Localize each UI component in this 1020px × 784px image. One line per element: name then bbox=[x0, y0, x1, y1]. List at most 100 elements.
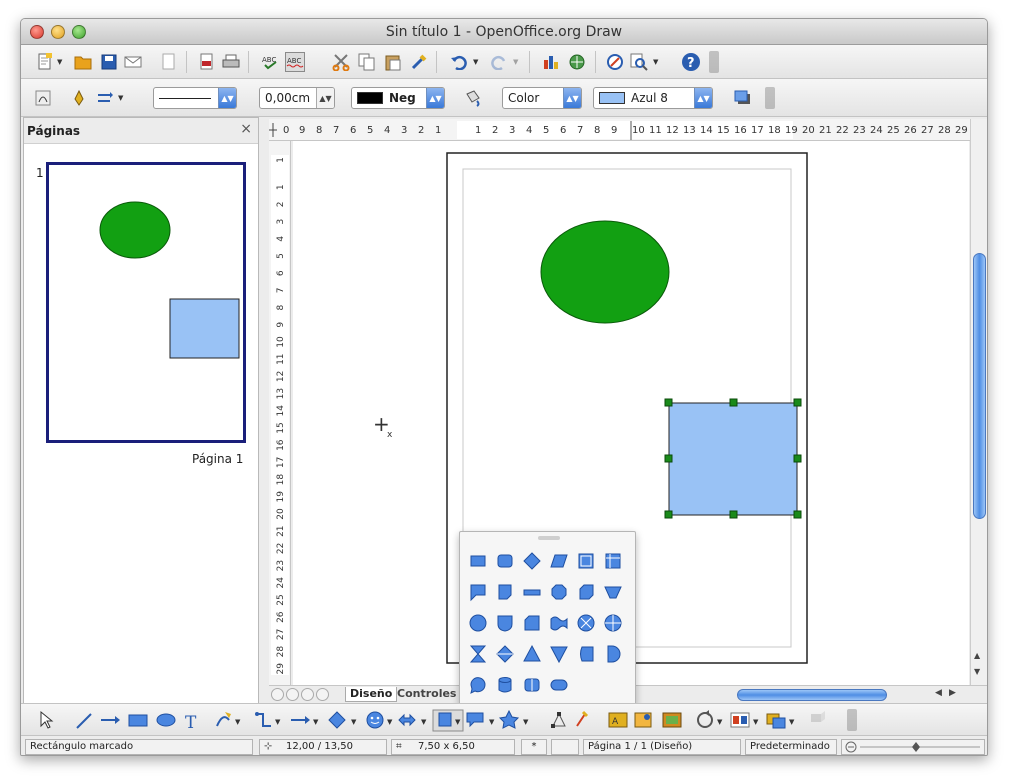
prev-tab-button[interactable] bbox=[286, 688, 299, 701]
arrow-style-dropdown[interactable]: ▼ bbox=[118, 94, 123, 102]
shadow-icon[interactable] bbox=[733, 88, 753, 108]
scroll-down-icon[interactable]: ▼ bbox=[974, 667, 980, 676]
line-color-select[interactable]: Neg ▲▼ bbox=[351, 87, 445, 109]
horizontal-ruler[interactable]: 0 9 8 7 6 5 4 3 2 1 1 2 3 4 5 6 7 8 9 10… bbox=[269, 119, 971, 141]
minus-icon[interactable] bbox=[521, 581, 543, 603]
triangle-down-icon[interactable] bbox=[548, 643, 570, 665]
size-icon: ⌗ bbox=[396, 741, 402, 752]
blue-rectangle-shape[interactable] bbox=[668, 402, 798, 516]
fontwork-icon: A bbox=[608, 712, 628, 728]
can-icon[interactable] bbox=[575, 643, 597, 665]
tab-controles[interactable]: Controles bbox=[393, 687, 460, 702]
octagon-icon[interactable] bbox=[548, 581, 570, 603]
close-icon[interactable]: × bbox=[240, 121, 252, 137]
zoom-icon[interactable] bbox=[629, 52, 649, 72]
folded-corner-icon[interactable] bbox=[494, 581, 516, 603]
diamond-icon[interactable] bbox=[521, 550, 543, 572]
vertical-scrollbar[interactable]: ▲ ▼ bbox=[970, 119, 987, 687]
diamond-split-icon[interactable] bbox=[494, 643, 516, 665]
clone-format-icon[interactable] bbox=[409, 52, 429, 72]
save-icon[interactable] bbox=[99, 52, 119, 72]
copy-icon[interactable] bbox=[357, 52, 377, 72]
cut-icon[interactable] bbox=[331, 52, 351, 72]
ruler-label: 16 bbox=[734, 125, 747, 136]
ruler-label: 1 bbox=[276, 157, 286, 163]
area-style-select[interactable]: Color ▲▼ bbox=[502, 87, 582, 109]
undo-dropdown-arrow[interactable]: ▼ bbox=[473, 58, 478, 66]
vertical-ruler[interactable]: 1 1 2 3 4 5 6 7 8 9 10 11 12 13 14 15 16 17 18 19 20 21 22 23 24… bbox=[269, 141, 291, 685]
cylinder-icon[interactable] bbox=[494, 674, 516, 696]
toolbar-overflow-icon[interactable] bbox=[765, 87, 775, 109]
scroll-left-icon[interactable]: ◀ bbox=[935, 688, 942, 698]
new-dropdown-arrow[interactable]: ▼ bbox=[57, 58, 62, 66]
open-icon[interactable] bbox=[73, 52, 93, 72]
redo-icon[interactable] bbox=[489, 52, 509, 72]
circle-plus-icon[interactable] bbox=[602, 612, 624, 634]
shield-icon[interactable] bbox=[494, 612, 516, 634]
speech-bubble-icon[interactable] bbox=[467, 674, 489, 696]
trapezoid-icon[interactable] bbox=[602, 581, 624, 603]
vertical-scroll-thumb[interactable] bbox=[973, 253, 986, 519]
wave-icon[interactable] bbox=[548, 612, 570, 634]
square-icon[interactable] bbox=[575, 550, 597, 572]
line-style-select[interactable]: ▲▼ bbox=[153, 87, 237, 109]
rectangle-icon[interactable] bbox=[467, 550, 489, 572]
hourglass-icon[interactable] bbox=[467, 643, 489, 665]
chart-icon[interactable] bbox=[541, 52, 561, 72]
edit-file-icon[interactable] bbox=[159, 52, 179, 72]
next-tab-button[interactable] bbox=[301, 688, 314, 701]
arrow-style-icon[interactable] bbox=[95, 88, 115, 108]
last-tab-button[interactable] bbox=[316, 688, 329, 701]
half-moon-icon[interactable] bbox=[602, 643, 624, 665]
draw-functions-icon[interactable] bbox=[605, 52, 625, 72]
export-pdf-icon[interactable] bbox=[197, 52, 217, 72]
area-fill-icon[interactable] bbox=[463, 88, 483, 108]
ruler-label: 14 bbox=[700, 125, 713, 136]
callout-icon[interactable] bbox=[467, 581, 489, 603]
horizontal-scroll-thumb[interactable] bbox=[737, 689, 887, 701]
scroll-up-icon[interactable]: ▲ bbox=[974, 651, 980, 660]
line-width-field[interactable]: 0,00cm ▲▼ bbox=[259, 87, 335, 109]
line-style-icon[interactable] bbox=[69, 88, 89, 108]
toolbar-overflow-icon[interactable] bbox=[709, 51, 719, 73]
scroll-right-icon[interactable]: ▶ bbox=[949, 688, 956, 698]
undo-icon[interactable] bbox=[449, 52, 469, 72]
zoom-slider[interactable] bbox=[841, 739, 985, 755]
area-color-select[interactable]: Azul 8 ▲▼ bbox=[593, 87, 713, 109]
snipped-rect-icon[interactable] bbox=[521, 612, 543, 634]
circle-icon[interactable] bbox=[467, 612, 489, 634]
status-size: ⌗ 7,50 x 6,50 bbox=[391, 739, 515, 755]
cursor-subscript: x bbox=[387, 430, 393, 440]
cube-icon[interactable] bbox=[575, 581, 597, 603]
toolbar-separator bbox=[529, 51, 530, 73]
page-thumbnail[interactable] bbox=[46, 162, 246, 443]
from-file-icon bbox=[634, 712, 652, 728]
bezier-edit-icon[interactable] bbox=[33, 88, 53, 108]
ruler-label: 6 bbox=[276, 270, 286, 276]
help-icon[interactable]: ? bbox=[681, 52, 701, 72]
circle-x-icon[interactable] bbox=[575, 612, 597, 634]
parallelogram-icon[interactable] bbox=[548, 550, 570, 572]
rounded-rectangle-icon[interactable] bbox=[494, 550, 516, 572]
popup-drag-grip[interactable] bbox=[538, 536, 560, 540]
tab-diseno[interactable]: Diseño bbox=[345, 687, 398, 702]
spellcheck-icon[interactable]: ABC bbox=[261, 52, 281, 72]
svg-text:▼: ▼ bbox=[523, 718, 529, 726]
triangle-up-icon[interactable] bbox=[521, 643, 543, 665]
email-icon[interactable] bbox=[123, 52, 143, 72]
zoom-dropdown-arrow[interactable]: ▼ bbox=[653, 58, 658, 66]
navigator-icon[interactable] bbox=[567, 52, 587, 72]
ruler-label: 27 bbox=[276, 629, 286, 640]
green-ellipse-shape[interactable] bbox=[540, 220, 670, 324]
first-tab-button[interactable] bbox=[271, 688, 284, 701]
paste-icon[interactable] bbox=[383, 52, 403, 72]
redo-dropdown-arrow[interactable]: ▼ bbox=[513, 58, 518, 66]
ruler-label: 1 bbox=[276, 184, 286, 190]
scroll-icon[interactable] bbox=[521, 674, 543, 696]
rounded-pill-icon[interactable] bbox=[548, 674, 570, 696]
table-icon[interactable] bbox=[602, 550, 624, 572]
autospellcheck-icon[interactable]: ABC bbox=[285, 52, 305, 72]
print-icon[interactable] bbox=[221, 52, 241, 72]
gallery-icon bbox=[662, 712, 682, 728]
new-document-icon[interactable] bbox=[35, 52, 55, 72]
